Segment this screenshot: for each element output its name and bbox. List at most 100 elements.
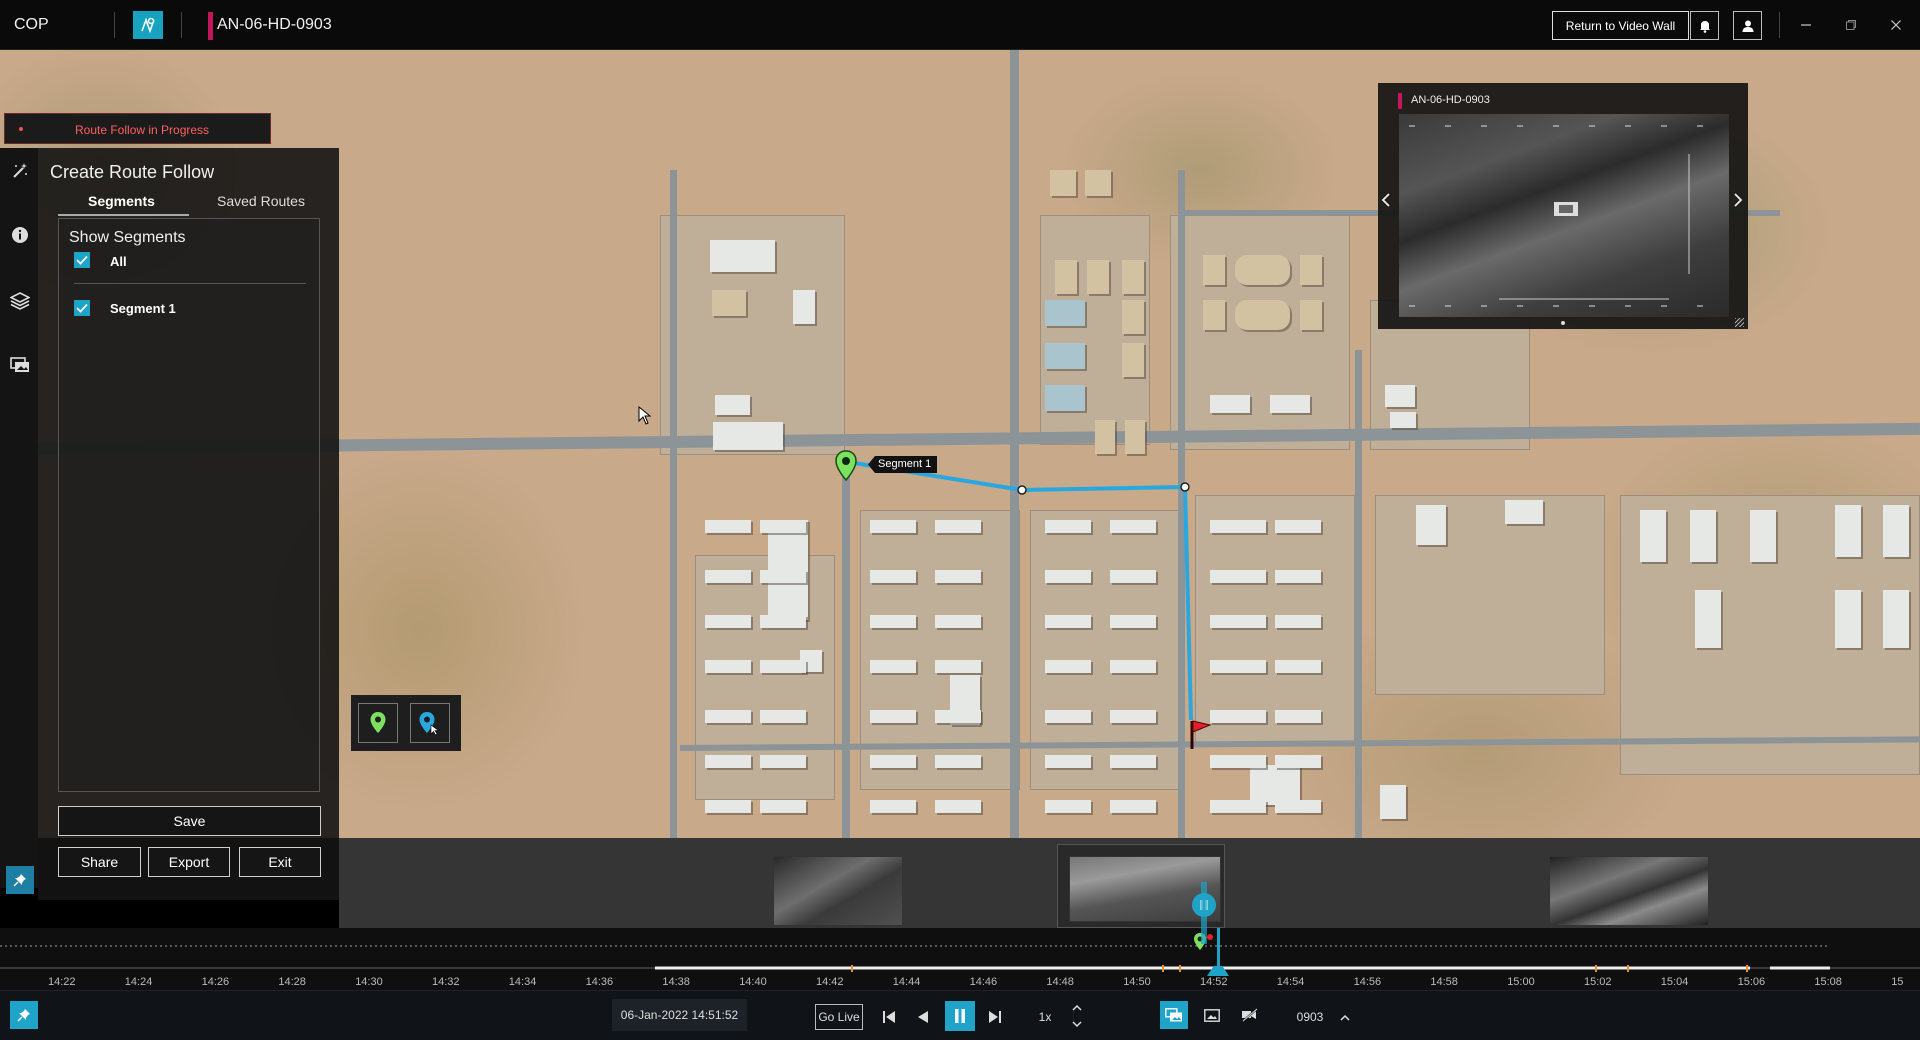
go-live-button[interactable]: Go Live: [815, 1004, 863, 1030]
pause-button[interactable]: [945, 1001, 975, 1031]
show-segments-heading: Show Segments: [69, 229, 186, 246]
save-button[interactable]: Save: [58, 806, 321, 836]
user-button[interactable]: [1733, 11, 1762, 40]
pin-icon: [17, 1009, 30, 1022]
title-bar: COP AN-06-HD-0903 Return to Video Wall: [0, 0, 1920, 50]
video-hud-overlay: [1409, 125, 1719, 307]
pin-timeline-button[interactable]: [10, 1001, 38, 1029]
go-live-label: Go Live: [818, 1010, 860, 1024]
share-button[interactable]: Share: [58, 847, 141, 877]
notifications-button[interactable]: [1690, 11, 1719, 40]
timeline-tick-label: 15:06: [1737, 976, 1766, 988]
feed-color-accent: [208, 12, 213, 40]
timeline-tick-label: 14:22: [48, 976, 76, 988]
layers-button[interactable]: [9, 290, 31, 312]
playback-datetime[interactable]: 06-Jan-2022 14:51:52: [612, 999, 747, 1031]
route-start-marker[interactable]: [834, 450, 858, 482]
chevron-right-icon: [1734, 193, 1743, 207]
waypoint-pin-icon: [419, 712, 440, 735]
timeline-tick-label: 14:30: [355, 976, 383, 988]
info-icon: [12, 227, 28, 243]
restore-button[interactable]: [1837, 12, 1865, 38]
video-thumbnail[interactable]: [773, 856, 903, 926]
playback-bar: 06-Jan-2022 14:51:52 Go Live 1x 0903: [0, 990, 1920, 1040]
previous-feed-button[interactable]: [1381, 193, 1393, 207]
skip-forward-icon: [989, 1011, 1001, 1023]
video-thumbnail[interactable]: [1549, 856, 1709, 926]
feed-menu-button[interactable]: [1336, 1004, 1354, 1030]
route-status-text: Route Follow in Progress: [75, 123, 210, 137]
close-button[interactable]: [1882, 12, 1910, 38]
add-waypoint-button[interactable]: [410, 703, 450, 743]
sensor-toggle-button[interactable]: [1236, 1001, 1264, 1029]
timeline-tick-label: 14:52: [1200, 976, 1228, 988]
export-button[interactable]: Export: [148, 847, 230, 877]
chevron-up-icon: [1340, 1014, 1350, 1021]
route-tool-button[interactable]: [9, 160, 31, 182]
route-waypoint[interactable]: [1180, 482, 1190, 492]
add-start-point-button[interactable]: [358, 703, 398, 743]
timeline-tick-label: 14:40: [739, 976, 767, 988]
speed-up-button[interactable]: [1068, 999, 1086, 1015]
chevron-down-icon: [1072, 1020, 1082, 1027]
feed-title: AN-06-HD-0903: [217, 16, 332, 33]
timeline-tick-label: 14:48: [1046, 976, 1074, 988]
carousel-dot: [1561, 321, 1565, 325]
segment-1-label: Segment 1: [110, 301, 176, 316]
checkmark-icon: [76, 255, 88, 265]
timeline-track[interactable]: 14:22 14:24 14:26 14:28 14:30 14:32 14:34 14:36…: [0, 928, 1920, 990]
resize-handle-icon[interactable]: [1735, 318, 1744, 327]
timeline-tick-label: 15:04: [1660, 976, 1689, 988]
route-waypoint[interactable]: [1017, 485, 1027, 495]
skip-back-button[interactable]: [876, 1004, 902, 1030]
snapshot-button[interactable]: [1198, 1001, 1226, 1029]
tab-underline: [58, 214, 189, 216]
info-button[interactable]: [9, 224, 31, 246]
route-end-marker[interactable]: [1188, 717, 1214, 751]
title-separator: [181, 12, 182, 38]
tab-segments[interactable]: Segments: [88, 193, 155, 209]
gallery-icon: [1165, 1008, 1182, 1022]
pin-panel-button[interactable]: [6, 866, 34, 894]
pin-icon: [13, 874, 26, 887]
return-to-video-wall-button[interactable]: Return to Video Wall: [1552, 11, 1689, 40]
timeline-tick-label: 14:38: [662, 976, 690, 988]
magic-wand-icon: [13, 163, 27, 178]
route-status-banner: Route Follow in Progress: [4, 113, 271, 144]
location-pin-icon: [835, 450, 857, 482]
user-icon: [1742, 20, 1753, 32]
timeline-tick-label: 14:36: [585, 976, 614, 988]
timeline-tick-label: 14:42: [816, 976, 844, 988]
panel-title: Create Route Follow: [50, 162, 215, 182]
preview-title: AN-06-HD-0903: [1411, 94, 1490, 106]
minimize-button[interactable]: [1792, 12, 1820, 38]
video-frame[interactable]: [1399, 114, 1729, 317]
all-segments-checkbox[interactable]: [74, 252, 90, 268]
chevron-left-icon: [1381, 193, 1390, 207]
timeline-tick-label: 14:34: [508, 976, 537, 988]
gallery-view-button[interactable]: [1160, 1001, 1188, 1029]
timeline-tick-label: 15:00: [1507, 976, 1535, 988]
map-route-icon: [141, 17, 155, 34]
video-preview[interactable]: AN-06-HD-0903: [1378, 83, 1748, 329]
flag-icon: [1190, 720, 1212, 749]
map-route-button[interactable]: [133, 11, 163, 39]
route-label: Segment 1: [868, 456, 938, 473]
minimize-icon: [1801, 24, 1811, 26]
gallery-icon: [10, 357, 29, 372]
close-icon: [1891, 20, 1901, 30]
speed-down-button[interactable]: [1068, 1016, 1086, 1032]
tab-saved-routes[interactable]: Saved Routes: [217, 193, 305, 209]
segments-list: Show Segments All Segment 1: [58, 218, 320, 792]
playback-speed[interactable]: 1x: [1030, 1004, 1060, 1030]
next-feed-button[interactable]: [1733, 193, 1745, 207]
image-icon: [1204, 1008, 1220, 1022]
gallery-button[interactable]: [9, 354, 31, 376]
segment-1-checkbox[interactable]: [74, 300, 90, 316]
exit-button[interactable]: Exit: [239, 847, 321, 877]
route-line: [847, 460, 1193, 721]
feed-id-text: 0903: [1296, 1010, 1324, 1024]
skip-forward-button[interactable]: [982, 1004, 1008, 1030]
step-back-button[interactable]: [910, 1004, 936, 1030]
pause-icon: [955, 1009, 965, 1023]
